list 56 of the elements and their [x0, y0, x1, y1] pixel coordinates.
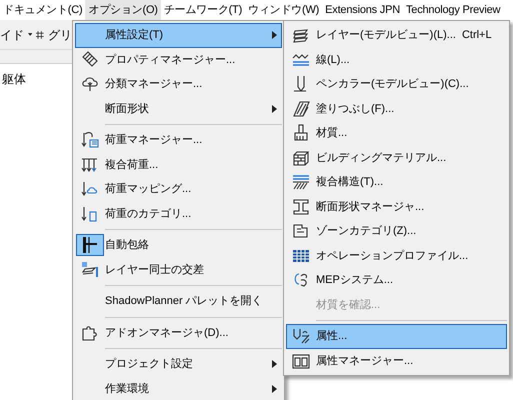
submenu-arrow-icon [272, 104, 277, 113]
composite-icon [292, 173, 310, 192]
toolbar-label[interactable]: グリ [48, 26, 72, 44]
submenu-arrow-icon [272, 360, 277, 368]
menu-item[interactable]: プロパティマネージャー... [75, 48, 282, 72]
caret-icon[interactable] [28, 32, 32, 37]
menu-item[interactable]: ペンカラー(モデルビュー)(C)... [286, 72, 507, 96]
menu-item[interactable]: ビルディングマテリアル... [286, 146, 507, 170]
menu-item[interactable]: 複合構造(T)... [286, 170, 507, 194]
menu-item[interactable]: 属性マネージャー... [286, 348, 507, 373]
toolbar-label: イド [0, 26, 24, 44]
menu-item[interactable]: オペレーションプロファイル... [286, 244, 507, 268]
menu-item[interactable]: アドオンマネージャ(D)... [75, 320, 282, 345]
menu-item[interactable]: プロジェクト設定 [75, 352, 282, 376]
menu-item[interactable]: 塗りつぶし(F)... [286, 96, 507, 121]
menu-item[interactable]: 作業環境 [75, 376, 282, 400]
menu-item[interactable]: 荷重のカテゴリ... [75, 202, 282, 226]
menu-item[interactable]: ShadowPlanner パレットを開く [75, 289, 282, 314]
i-beam-icon [292, 198, 310, 216]
menu-item[interactable]: MEPシステム... [286, 268, 507, 292]
menu-item[interactable]: 自動包絡 [75, 233, 282, 258]
submenu-arrow-icon [272, 384, 277, 393]
menu-item[interactable]: レイヤー同士の交差 [75, 258, 282, 282]
zone-icon [292, 222, 310, 240]
combined-load-icon [81, 156, 99, 174]
menu-item[interactable]: 線(L)... [286, 48, 507, 72]
menubar-item[interactable]: ウィンドウ(W) [245, 0, 322, 20]
brick-block-icon [292, 148, 310, 167]
load-cloud-icon [81, 180, 99, 198]
menu-item[interactable]: 属性... [286, 324, 507, 348]
menu-item[interactable]: 荷重マネージャー... [75, 128, 282, 152]
menubar-item[interactable]: ドキュメント(C) [0, 0, 86, 20]
tree-icon [81, 75, 99, 94]
tree-item[interactable]: 躯体 [2, 72, 26, 86]
puzzle-icon [81, 324, 99, 342]
menu-item[interactable]: 断面形状 [75, 96, 282, 121]
menubar-item[interactable]: オプション(O) [85, 0, 161, 20]
menu-item[interactable]: 属性設定(T) [75, 23, 282, 48]
menu-item[interactable]: レイヤー(モデルビュー)(L)... Ctrl+L [286, 23, 507, 48]
load-list-icon [81, 131, 99, 150]
menu-item[interactable]: 複合荷重... [75, 152, 282, 177]
load-category-icon [81, 204, 99, 223]
menu-item[interactable]: 材質... [286, 121, 507, 146]
tag-icon [81, 50, 99, 69]
menu-item[interactable]: 分類マネージャー... [75, 72, 282, 96]
submenu-arrow-icon [272, 31, 277, 40]
paintbrush-icon [292, 124, 310, 142]
menubar-item[interactable]: Extensions JPN [322, 0, 403, 20]
menubar-item[interactable]: Technology Preview [403, 0, 504, 20]
menu-item[interactable]: 荷重マッピング... [75, 177, 282, 202]
menu-item[interactable]: 断面形状マネージャ... [286, 194, 507, 219]
layers-icon [81, 260, 99, 279]
menu-item[interactable]: ゾーンカテゴリ(Z)... [286, 219, 507, 244]
hatch-fill-icon [292, 100, 310, 118]
two-panels-icon [292, 352, 310, 370]
menubar-item[interactable]: チームワーク(T) [160, 0, 246, 20]
